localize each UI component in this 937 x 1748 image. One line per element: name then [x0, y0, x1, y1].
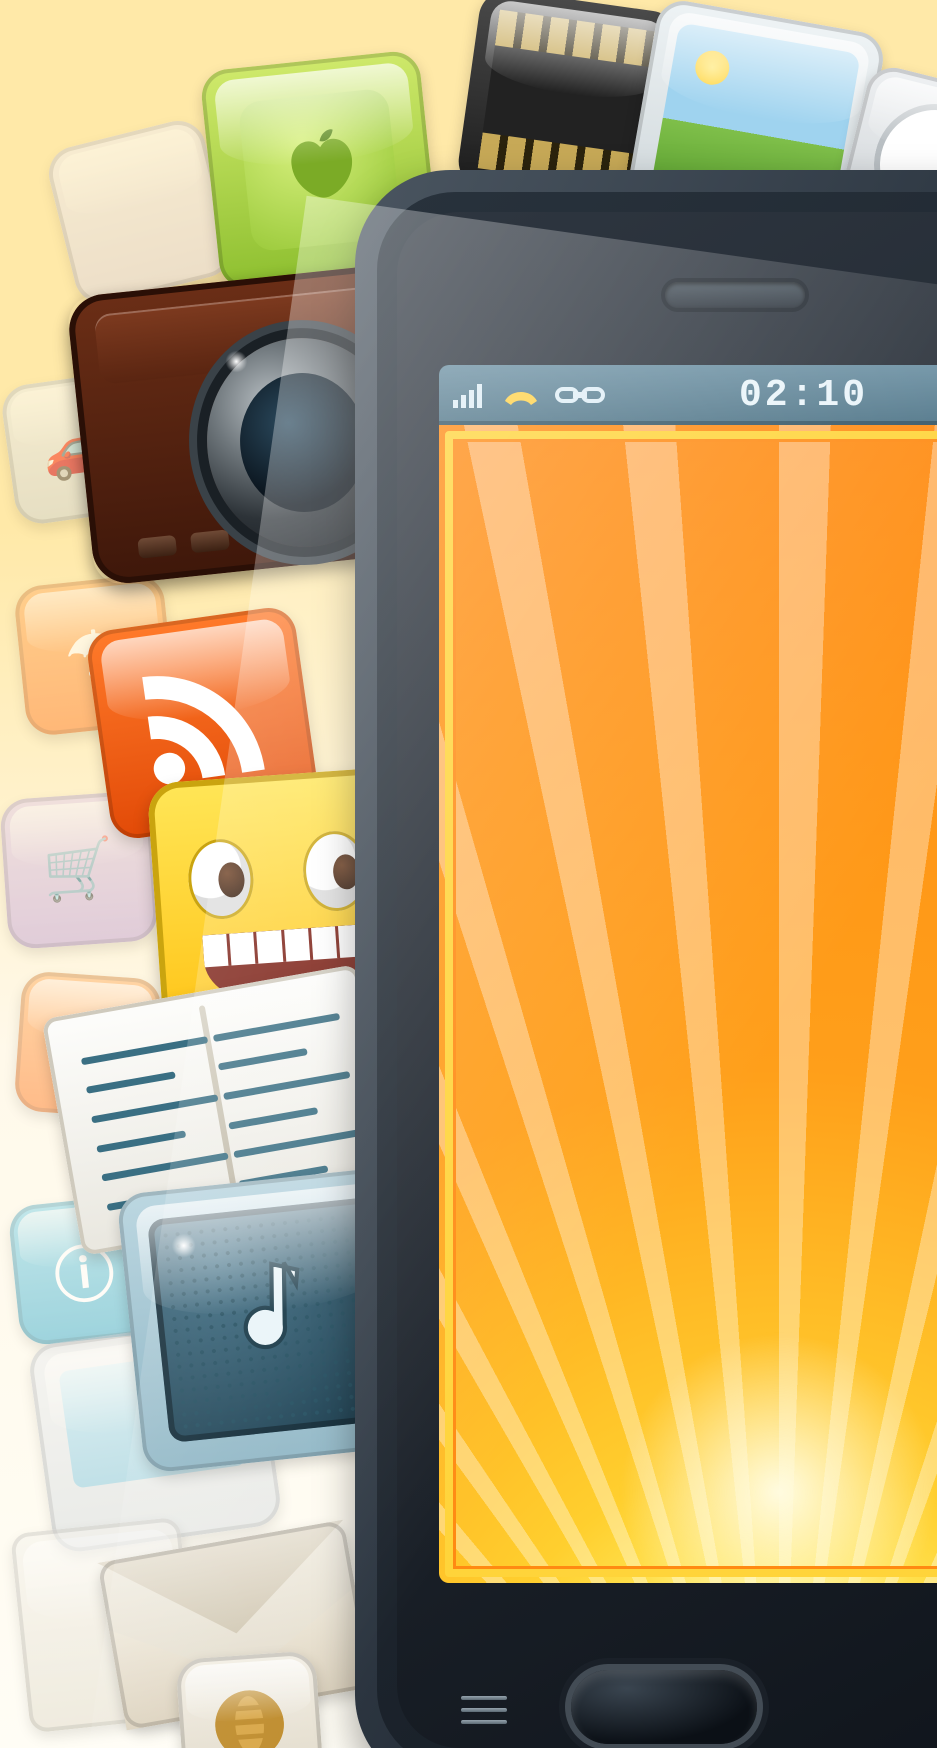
smartphone: 02:10 [355, 170, 937, 1748]
menu-button[interactable] [461, 1696, 507, 1724]
signal-icon [453, 382, 487, 408]
home-button[interactable] [571, 1670, 757, 1744]
speaker-grill [665, 282, 805, 308]
link-icon [555, 383, 605, 407]
illustration-stage: 🚗 ☂ 🛒 👤 ⓘ [0, 0, 937, 1748]
status-bar: 02:10 [439, 365, 937, 425]
wallpaper [439, 425, 937, 1583]
globe-icon [175, 1650, 324, 1748]
status-time: 02:10 [739, 374, 868, 417]
call-icon [501, 383, 541, 407]
phone-screen[interactable]: 02:10 [439, 365, 937, 1583]
